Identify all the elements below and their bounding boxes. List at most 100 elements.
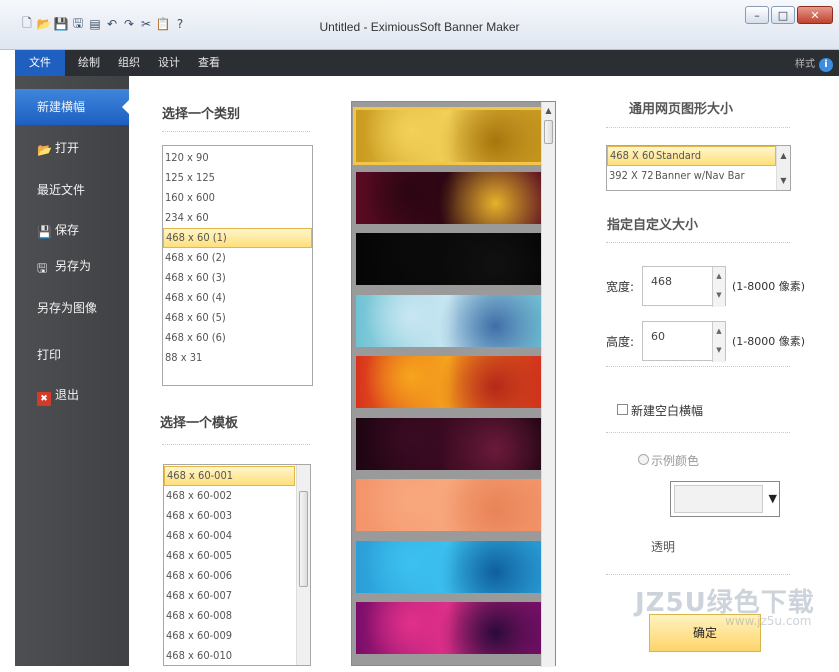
template-gallery[interactable]: ▲ [351, 101, 556, 667]
info-icon[interactable]: i [819, 58, 833, 72]
template-item[interactable]: 468 x 60-003 [164, 506, 295, 526]
category-item[interactable]: 88 x 31 [163, 348, 312, 368]
template-item[interactable]: 468 x 60-002 [164, 486, 295, 506]
category-heading: 选择一个类别 [162, 107, 241, 122]
nav-save-as[interactable]: 🖫 另存为 [15, 248, 129, 284]
std-size-value: 468 X 60 [610, 149, 655, 162]
template-item[interactable]: 468 x 60-006 [164, 566, 295, 586]
category-item[interactable]: 468 x 60 (6) [163, 328, 312, 348]
nav-label: 另存为图像 [37, 301, 98, 315]
transparent-label[interactable]: 透明 [651, 538, 675, 555]
std-size-item[interactable]: 392 X 72Banner w/Nav Bar [607, 166, 776, 186]
template-thumbnail[interactable] [356, 171, 542, 224]
nav-print[interactable]: 打印 [15, 337, 129, 373]
std-size-scrollbar[interactable]: ▲ ▼ [776, 146, 790, 190]
template-thumbnail[interactable] [356, 602, 542, 654]
tab-view[interactable]: 查看 [187, 50, 231, 76]
height-label: 高度: [606, 335, 635, 349]
nav-label: 打开 [55, 141, 80, 155]
std-size-heading: 通用网页图形大小 [629, 102, 734, 117]
tab-arrange[interactable]: 组织 [107, 50, 151, 76]
close-button[interactable]: ✕ [797, 6, 833, 24]
color-picker[interactable]: ▼ [670, 481, 780, 517]
std-size-list[interactable]: 468 X 60Standard 392 X 72Banner w/Nav Bar… [606, 145, 791, 191]
width-spinner[interactable]: 468 ▲ ▼ [642, 266, 726, 307]
height-value: 60 [651, 330, 665, 343]
spin-up-icon[interactable]: ▲ [713, 322, 725, 341]
template-thumbnail[interactable] [356, 417, 542, 470]
window-controls: – □ ✕ [745, 6, 833, 24]
category-item[interactable]: 468 x 60 (5) [163, 308, 312, 328]
category-item[interactable]: 120 x 90 [163, 148, 312, 168]
nav-save-as-image[interactable]: 另存为图像 [15, 290, 129, 326]
nav-new-banner[interactable]: 新建横幅 [15, 89, 130, 125]
scroll-up-arrow[interactable]: ▲ [777, 149, 790, 163]
template-item[interactable]: 468 x 60-009 [164, 626, 295, 646]
width-value: 468 [651, 275, 672, 288]
height-spinner[interactable]: 60 ▲ ▼ [642, 321, 726, 362]
style-menu[interactable]: 样式 i [795, 55, 833, 72]
backstage-nav: 新建横幅 📂 打开 最近文件 💾 保存 🖫 另存为 另存为图像 打印 ✖ 退出 [15, 76, 130, 666]
template-item[interactable]: 468 x 60-007 [164, 586, 295, 606]
template-item[interactable]: 468 x 60-001 [164, 466, 295, 486]
template-scrollbar[interactable] [296, 465, 310, 665]
tab-draw[interactable]: 绘制 [67, 50, 111, 76]
width-label: 宽度: [606, 280, 635, 294]
spin-up-icon[interactable]: ▲ [713, 267, 725, 286]
scroll-down-arrow[interactable]: ▼ [777, 174, 790, 188]
category-item[interactable]: 468 x 60 (3) [163, 268, 312, 288]
width-range: (1-8000 像素) [732, 280, 806, 293]
blank-banner-checkbox[interactable] [617, 404, 628, 415]
ribbon-tabs: 文件 绘制 组织 设计 查看 样式 i [15, 50, 839, 76]
nav-recent[interactable]: 最近文件 [15, 172, 129, 208]
scroll-up-arrow[interactable]: ▲ [542, 104, 555, 118]
template-thumbnail[interactable] [353, 107, 545, 165]
sample-color-radio[interactable] [638, 454, 649, 465]
title-bar: 🗋 📂 💾 🖫 ▤ ↶ ↷ ✂ 📋 ? Untitled - EximiousS… [0, 0, 839, 50]
nav-save[interactable]: 💾 保存 [15, 212, 129, 248]
template-thumbnail[interactable] [356, 294, 542, 347]
template-thumbnail[interactable] [356, 233, 542, 285]
std-size-item[interactable]: 468 X 60Standard [607, 146, 776, 166]
template-item[interactable]: 468 x 60-010 [164, 646, 295, 665]
category-item[interactable]: 468 x 60 (1) [163, 228, 312, 248]
template-item[interactable]: 468 x 60-004 [164, 526, 295, 546]
divider [606, 127, 790, 128]
dropdown-arrow-icon[interactable]: ▼ [769, 492, 777, 505]
save-as-icon: 🖫 [37, 261, 48, 275]
category-item[interactable]: 234 x 60 [163, 208, 312, 228]
template-list[interactable]: 468 x 60-001 468 x 60-002 468 x 60-003 468 … [163, 464, 311, 666]
divider [606, 432, 790, 433]
save-icon: 💾 [37, 225, 52, 239]
category-item[interactable]: 160 x 600 [163, 188, 312, 208]
category-item[interactable]: 468 x 60 (2) [163, 248, 312, 268]
scroll-thumb[interactable] [299, 491, 308, 587]
blank-banner-label: 新建空白横幅 [631, 404, 704, 418]
divider [606, 366, 790, 367]
template-item[interactable]: 468 x 60-005 [164, 546, 295, 566]
template-thumbnail[interactable] [356, 479, 542, 531]
template-item[interactable]: 468 x 60-008 [164, 606, 295, 626]
gallery-scroll-track[interactable]: ▲ [541, 102, 555, 667]
scroll-thumb[interactable] [544, 120, 553, 144]
category-item[interactable]: 125 x 125 [163, 168, 312, 188]
style-label: 样式 [795, 59, 815, 70]
template-thumbnail[interactable] [356, 540, 542, 593]
category-list[interactable]: 120 x 90 125 x 125 160 x 600 234 x 60 468 x … [162, 145, 313, 386]
divider [606, 242, 790, 243]
spin-down-icon[interactable]: ▼ [713, 286, 725, 305]
minimize-button[interactable]: – [745, 6, 769, 24]
gallery-scrollbar[interactable]: ▲ [541, 102, 555, 667]
tab-file[interactable]: 文件 [15, 50, 65, 76]
custom-size-heading: 指定自定义大小 [607, 218, 699, 233]
maximize-button[interactable]: □ [771, 6, 795, 24]
divider [162, 131, 310, 132]
template-thumbnail[interactable] [356, 356, 542, 408]
nav-exit[interactable]: ✖ 退出 [15, 377, 129, 413]
nav-label: 保存 [55, 223, 80, 237]
spin-down-icon[interactable]: ▼ [713, 341, 725, 360]
tab-design[interactable]: 设计 [147, 50, 191, 76]
category-item[interactable]: 468 x 60 (4) [163, 288, 312, 308]
window-title: Untitled - EximiousSoft Banner Maker [319, 20, 520, 34]
nav-open[interactable]: 📂 打开 [15, 130, 129, 166]
